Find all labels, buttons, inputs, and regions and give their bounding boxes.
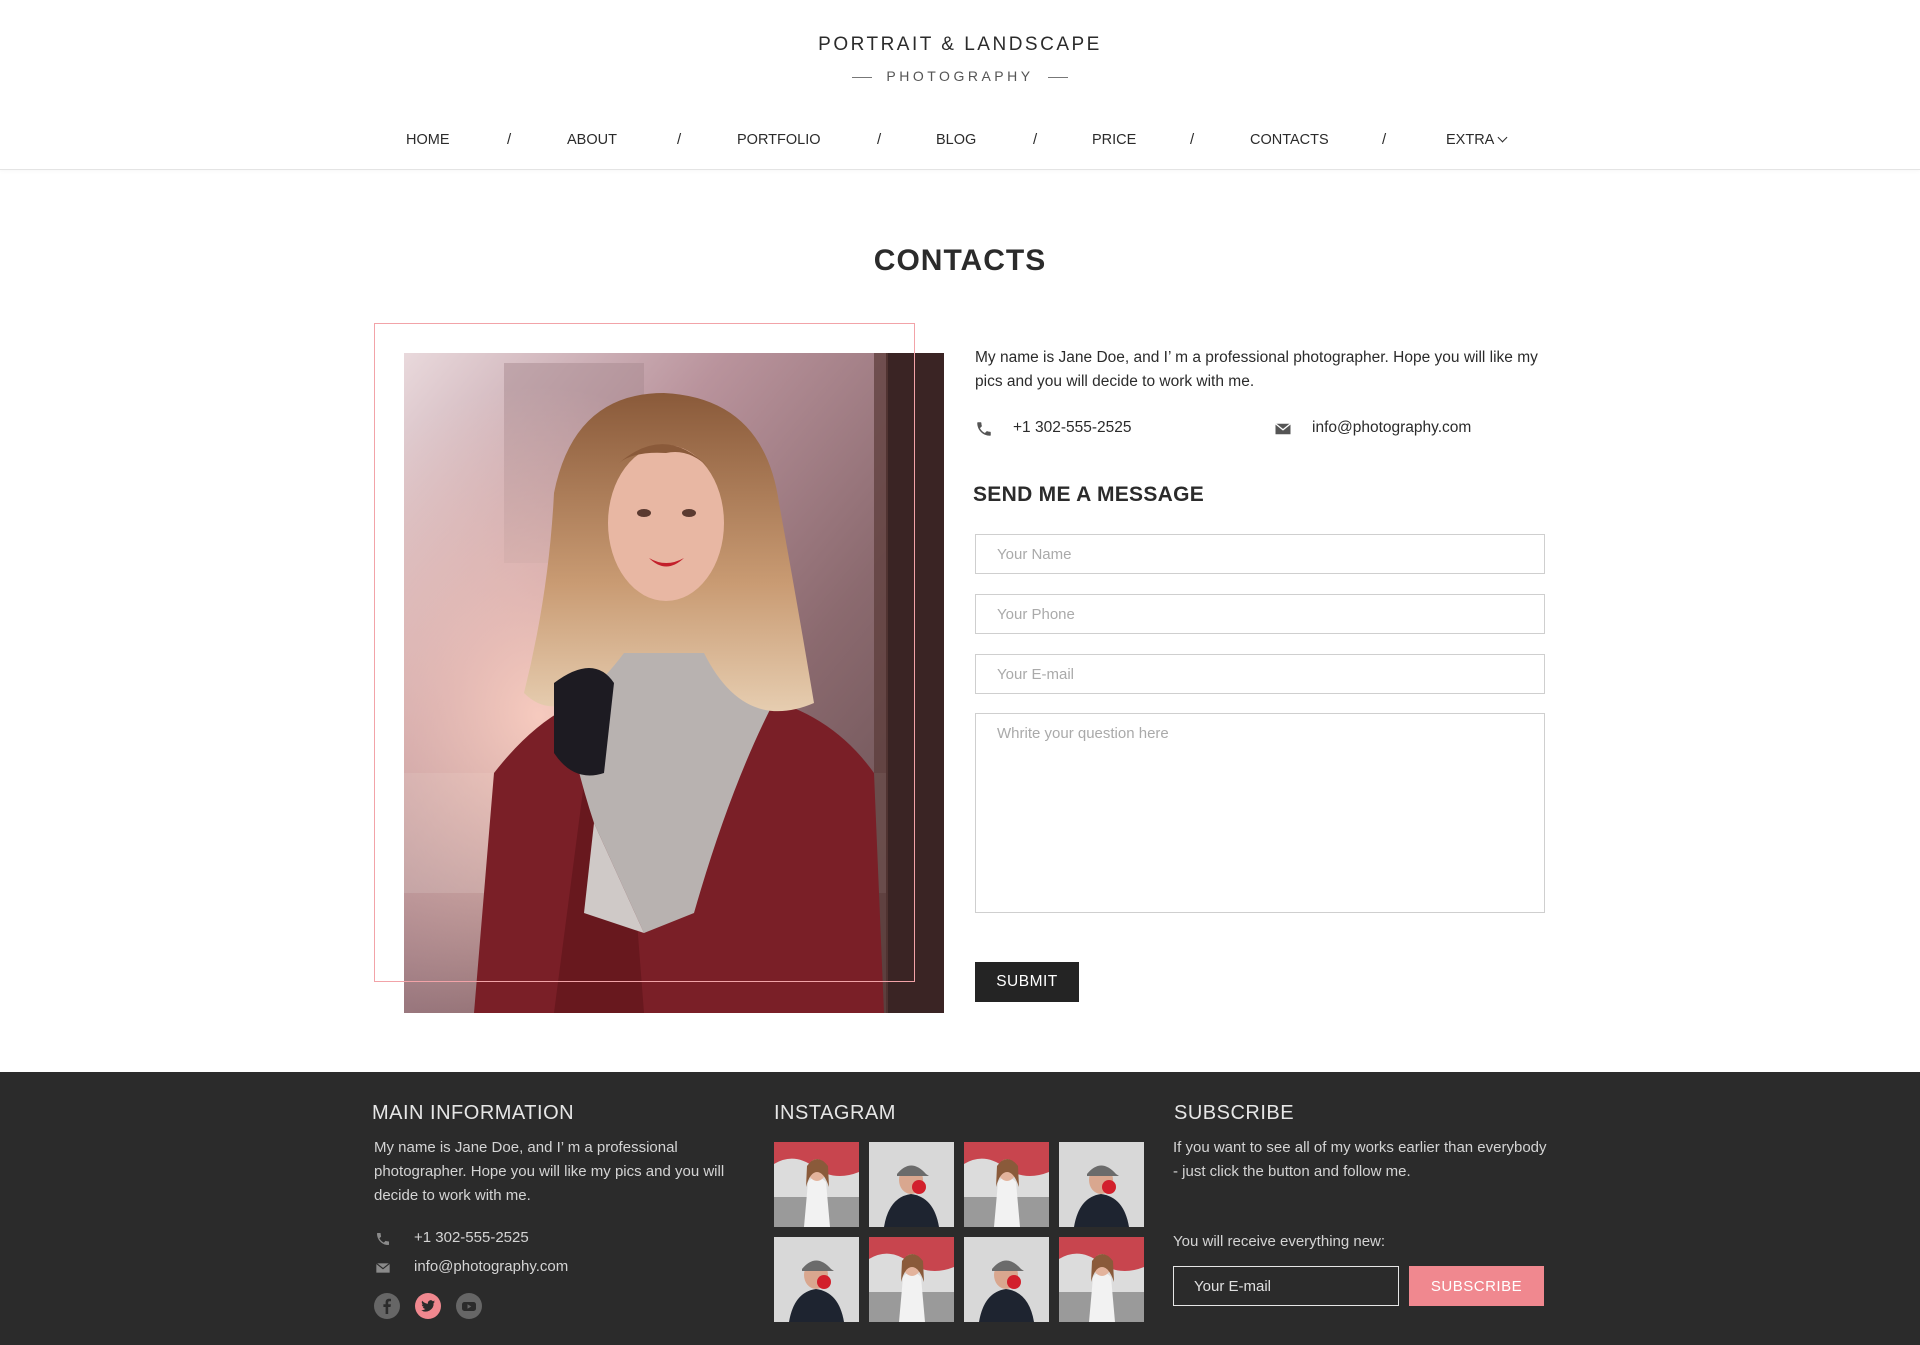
nav-item-price[interactable]: PRICE [1092,132,1136,148]
instagram-thumbnail[interactable] [964,1142,1049,1227]
footer-main-info-title: MAIN INFORMATION [372,1102,575,1124]
footer-email: info@photography.com [375,1258,635,1278]
nav-item-home[interactable]: HOME [406,132,450,148]
main-nav: HOME / ABOUT / PORTFOLIO / BLOG / PRICE … [0,131,1920,152]
twitter-icon[interactable] [415,1293,441,1319]
phone-icon [975,420,993,438]
portrait-illustration [404,353,944,1013]
subtitle-dash-right [1047,76,1068,78]
page-title: CONTACTS [873,244,1047,277]
nav-item-contacts[interactable]: CONTACTS [1250,132,1329,148]
site-subtitle: PHOTOGRAPHY [0,68,1920,84]
footer-instagram-title: INSTAGRAM [774,1102,896,1124]
footer-subscribe-note: You will receive everything new: [1173,1233,1386,1250]
instagram-thumbnail[interactable] [1059,1142,1144,1227]
site-footer: MAIN INFORMATION My name is Jane Doe, an… [0,1072,1920,1345]
form-title: SEND ME A MESSAGE [973,483,1205,506]
contact-email-text[interactable]: info@photography.com [1312,419,1471,437]
youtube-icon[interactable] [456,1293,482,1319]
email-input[interactable] [975,654,1545,694]
nav-separator: / [877,131,882,148]
instagram-thumbnail[interactable] [1059,1237,1144,1322]
instagram-thumbnail[interactable] [774,1142,859,1227]
question-textarea[interactable] [975,713,1545,913]
portrait-photo [404,353,944,1013]
envelope-icon [375,1260,391,1276]
site-title[interactable]: PORTRAIT & LANDSCAPE [0,34,1920,56]
nav-separator: / [1382,131,1387,148]
nav-item-extra-label: EXTRA [1446,132,1495,148]
phone-input[interactable] [975,594,1545,634]
instagram-thumbnail[interactable] [869,1142,954,1227]
footer-phone: +1 302-555-2525 [375,1229,635,1249]
contact-intro: My name is Jane Doe, and I’ m a professi… [975,349,1538,390]
nav-separator: / [1190,131,1195,148]
chevron-down-icon [1497,132,1508,143]
nav-item-about[interactable]: ABOUT [567,132,617,148]
subscribe-button[interactable]: SUBSCRIBE [1409,1266,1544,1306]
site-subtitle-text: PHOTOGRAPHY [886,68,1034,84]
phone-icon [375,1231,391,1247]
footer-main-info-text: My name is Jane Doe, and I’ m a professi… [374,1139,725,1204]
nav-separator: / [507,131,512,148]
footer-subscribe-title: SUBSCRIBE [1174,1102,1295,1124]
instagram-thumbnail[interactable] [774,1237,859,1322]
instagram-thumbnail[interactable] [869,1237,954,1322]
instagram-thumbnail[interactable] [964,1237,1049,1322]
contact-phone-text[interactable]: +1 302-555-2525 [1013,419,1132,437]
subscribe-email-input[interactable] [1173,1266,1399,1306]
nav-item-portfolio[interactable]: PORTFOLIO [737,132,821,148]
contact-email: info@photography.com [1274,419,1554,439]
nav-item-extra[interactable]: EXTRA [1446,132,1508,148]
subtitle-dash-left [852,76,873,78]
footer-email-text[interactable]: info@photography.com [414,1258,568,1275]
submit-button[interactable]: SUBMIT [975,962,1079,1002]
footer-subscribe-text: If you want to see all of my works earli… [1173,1139,1547,1180]
site-header: PORTRAIT & LANDSCAPE PHOTOGRAPHY HOME / … [0,0,1920,170]
nav-separator: / [1033,131,1038,148]
facebook-icon[interactable] [374,1293,400,1319]
footer-phone-text[interactable]: +1 302-555-2525 [414,1229,529,1246]
nav-item-blog[interactable]: BLOG [936,132,976,148]
nav-separator: / [677,131,682,148]
name-input[interactable] [975,534,1545,574]
contact-phone: +1 302-555-2525 [975,419,1235,439]
envelope-icon [1274,420,1292,438]
